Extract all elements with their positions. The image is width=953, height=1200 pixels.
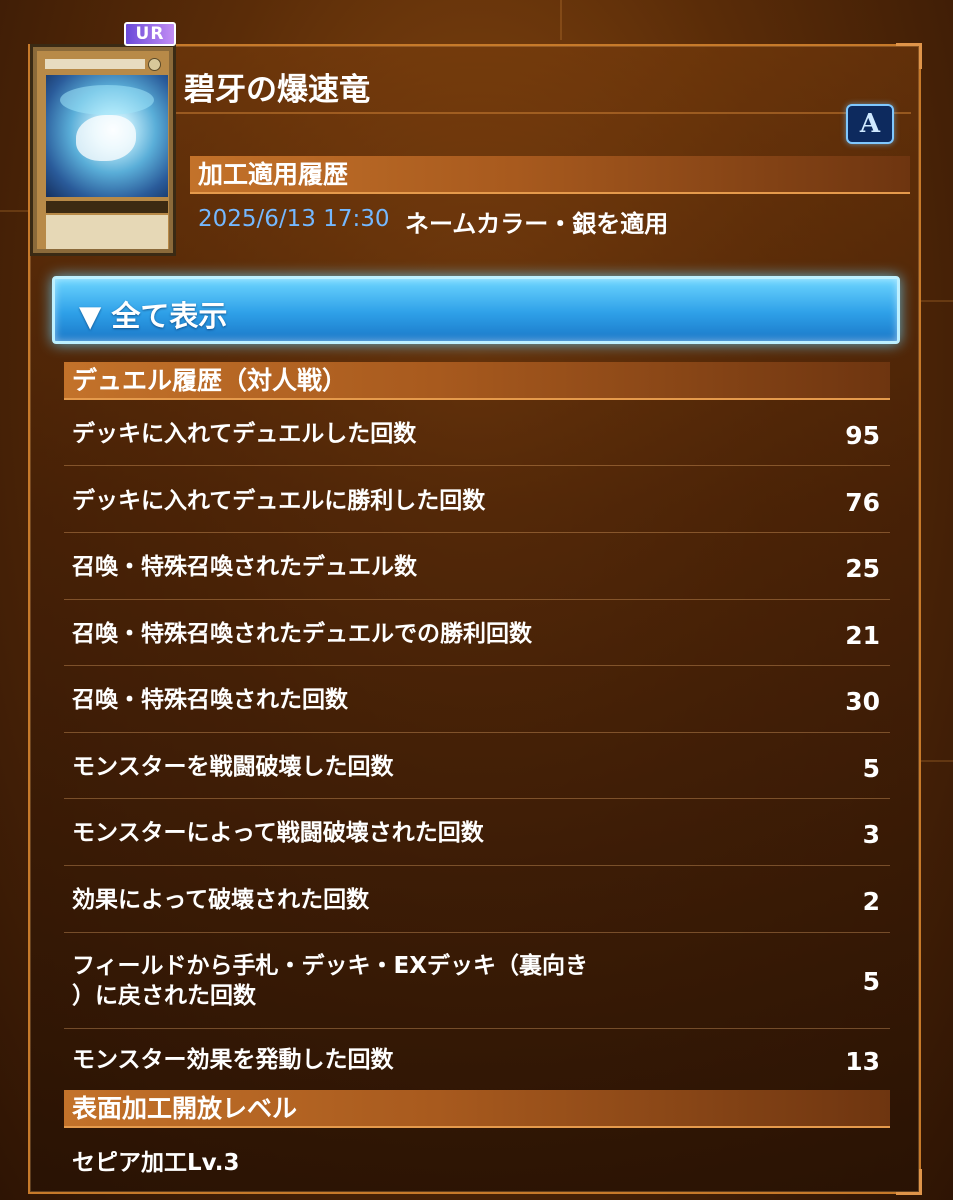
card-image[interactable] [30,44,176,256]
stat-label: 召喚・特殊召喚された回数 [72,687,348,713]
history-date: 2025/6/13 17:30 [198,206,390,232]
panel-corner [896,43,922,69]
card-stats-bar [46,201,168,213]
stat-label: 効果によって破壊された回数 [72,887,370,913]
surface-level-header: 表面加工開放レベル [64,1090,890,1128]
row-divider [64,865,890,866]
row-divider [64,932,890,933]
stat-value: 25 [845,554,880,583]
card-detail-screen: UR 碧牙の爆速竜 A 加工適用履歴 2025/6/13 17:30 ネームカラ… [0,0,953,1200]
duel-history-header: デュエル履歴（対人戦） [64,362,890,400]
stat-row: フィールドから手札・デッキ・EXデッキ（裏向き ）に戻された回数 5 [64,950,890,1030]
row-divider [64,599,890,600]
card-frame [37,51,169,249]
stat-value: 21 [845,621,880,650]
bg-decoration [560,0,562,40]
row-divider [64,532,890,533]
stat-row: デッキに入れてデュエルに勝利した回数 76 [64,485,890,533]
row-divider [64,798,890,799]
stat-row: 召喚・特殊召喚された回数 30 [64,684,890,733]
bg-decoration [921,300,953,302]
stat-value: 3 [862,820,880,849]
row-divider [64,465,890,466]
stat-value: 2 [862,887,880,916]
stat-label: デッキに入れてデュエルに勝利した回数 [72,488,486,514]
rank-a-icon: A [846,104,894,144]
stat-row: 召喚・特殊召喚されたデュエル数 25 [64,551,890,600]
stat-label-line2: ）に戻された回数 [72,983,256,1009]
stat-label-line1: フィールドから手札・デッキ・EXデッキ（裏向き [72,953,588,979]
panel-corner [896,1169,922,1195]
stat-label: 召喚・特殊召喚されたデュエル数 [72,554,417,580]
stat-value: 76 [845,488,880,517]
stat-label: デッキに入れてデュエルした回数 [72,421,417,447]
stat-row: 効果によって破壊された回数 2 [64,884,890,933]
show-all-label: ▼ 全て表示 [79,299,228,333]
row-divider [64,1028,890,1029]
stat-value: 5 [862,754,880,783]
stat-label: モンスターを戦闘破壊した回数 [72,754,394,780]
show-all-button[interactable]: ▼ 全て表示 [52,276,900,344]
rarity-badge: UR [124,22,176,46]
stat-row: 召喚・特殊召喚されたデュエルでの勝利回数 21 [64,618,890,666]
stat-value: 30 [845,687,880,716]
stat-row: モンスターによって戦闘破壊された回数 3 [64,817,890,866]
stat-label: 召喚・特殊召喚されたデュエルでの勝利回数 [72,621,532,647]
stat-value: 95 [845,421,880,450]
card-artwork [46,75,168,197]
stat-row: モンスター効果を発動した回数 13 [64,1044,890,1084]
bg-decoration [921,760,953,762]
stat-value: 5 [862,967,880,996]
card-name: 碧牙の爆速竜 [184,72,370,108]
stat-label: モンスター効果を発動した回数 [72,1047,394,1073]
bg-decoration [0,210,30,212]
card-name-bar [45,59,145,69]
row-divider [64,665,890,666]
stat-row: モンスターを戦闘破壊した回数 5 [64,751,890,799]
history-text: ネームカラー・銀を適用 [405,210,669,238]
stat-label: モンスターによって戦闘破壊された回数 [72,820,484,846]
row-divider [64,732,890,733]
title-divider [176,112,911,114]
processing-history-header: 加工適用履歴 [190,156,910,194]
stat-value: 13 [845,1047,880,1076]
stat-row: デッキに入れてデュエルした回数 95 [64,418,890,466]
card-text-box [46,215,168,249]
attribute-icon [148,58,161,71]
surface-level-value: セピア加工Lv.3 [72,1150,240,1176]
